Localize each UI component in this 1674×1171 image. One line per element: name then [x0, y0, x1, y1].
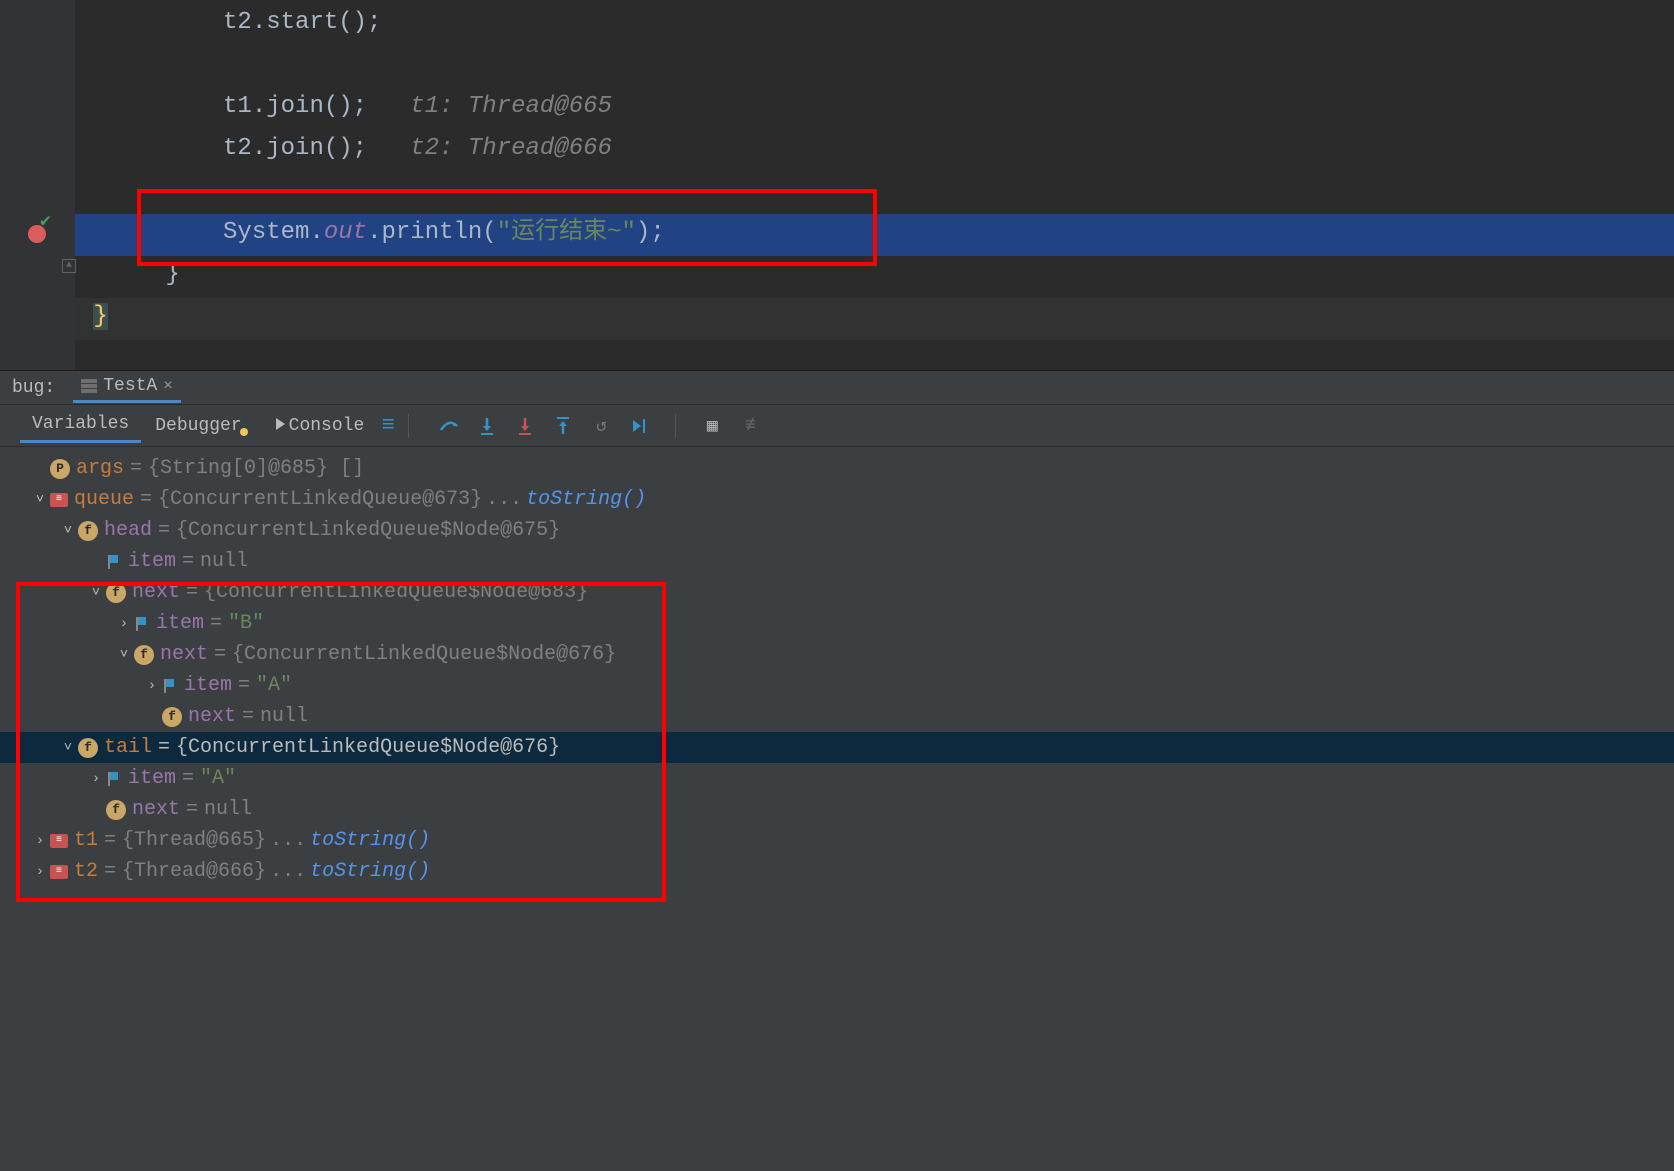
debug-tab[interactable]: TestA × [73, 372, 181, 403]
tab-console[interactable]: Console [264, 410, 377, 442]
expand-icon[interactable]: ˅ [30, 492, 50, 508]
close-icon[interactable]: × [163, 377, 173, 395]
flag-icon [162, 678, 178, 694]
object-icon: ≡ [50, 834, 68, 848]
settings-icon[interactable]: ≢ [740, 416, 760, 436]
code-line[interactable]: } [79, 296, 1674, 338]
line-number [0, 44, 67, 86]
line-number [0, 128, 67, 170]
evaluate-icon[interactable]: ▦ [702, 416, 722, 436]
gutter[interactable]: ✔ ▲ [0, 0, 75, 370]
var-row[interactable]: ˅ f next={ConcurrentLinkedQueue$Node@676… [0, 639, 1674, 670]
var-row-queue[interactable]: ˅ ≡ queue={ConcurrentLinkedQueue@673}...… [0, 484, 1674, 515]
field-icon: f [106, 583, 126, 603]
tostring-link[interactable]: toString() [526, 488, 646, 511]
code-line[interactable]: t2.start(); [79, 2, 1674, 44]
step-into-icon[interactable] [477, 416, 497, 436]
code-line[interactable]: } [79, 254, 1674, 296]
breakpoint-verified-icon: ✔ [40, 210, 51, 232]
drop-frame-icon[interactable]: ↺ [591, 416, 611, 436]
object-icon: ≡ [50, 865, 68, 879]
flag-icon [106, 554, 122, 570]
object-icon: ≡ [50, 493, 68, 507]
expand-icon[interactable]: › [114, 616, 134, 632]
var-row[interactable]: ˅ f next={ConcurrentLinkedQueue$Node@683… [0, 577, 1674, 608]
field-icon: f [134, 645, 154, 665]
var-row-head[interactable]: ˅ f head={ConcurrentLinkedQueue$Node@675… [0, 515, 1674, 546]
separator [675, 414, 676, 438]
layout-icon[interactable]: ≡ [378, 416, 398, 436]
expand-icon[interactable]: ˅ [114, 647, 134, 663]
expand-icon[interactable]: › [30, 864, 50, 880]
var-row-t2[interactable]: › ≡ t2={Thread@666}...toString() [0, 856, 1674, 887]
line-number [0, 170, 67, 212]
expand-icon[interactable]: ˅ [58, 523, 78, 539]
expand-icon[interactable]: ˅ [58, 740, 78, 756]
code-line[interactable]: t1.join(); t1: Thread@665 [79, 86, 1674, 128]
flag-icon [106, 771, 122, 787]
field-icon: f [78, 521, 98, 541]
expand-icon[interactable]: › [30, 833, 50, 849]
code-editor[interactable]: ✔ ▲ t2.start(); t1.join(); t1: Thread@66… [0, 0, 1674, 370]
debug-tab-strip: bug: TestA × [0, 371, 1674, 405]
inline-hint: t2: Thread@666 [410, 135, 612, 162]
tab-title: TestA [103, 376, 157, 396]
run-to-cursor-icon[interactable] [629, 416, 649, 436]
parameter-icon: P [50, 459, 70, 479]
fold-icon[interactable]: ▲ [62, 259, 76, 273]
expand-icon[interactable]: › [142, 678, 162, 694]
code-line[interactable]: t2.join(); t2: Thread@666 [79, 128, 1674, 170]
field-icon: f [162, 707, 182, 727]
inline-hint: t1: Thread@665 [410, 93, 612, 120]
var-row[interactable]: f next=null [0, 701, 1674, 732]
var-row[interactable]: › item="B" [0, 608, 1674, 639]
code-line[interactable] [79, 44, 1674, 86]
tostring-link[interactable]: toString() [310, 860, 430, 883]
line-number [0, 2, 67, 44]
var-row-args[interactable]: P args={String[0]@685} [] [0, 453, 1674, 484]
expand-icon[interactable]: ˅ [86, 585, 106, 601]
var-row-tail[interactable]: ˅ f tail={ConcurrentLinkedQueue$Node@676… [0, 732, 1674, 763]
variables-tree[interactable]: P args={String[0]@685} [] ˅ ≡ queue={Con… [0, 447, 1674, 893]
force-step-into-icon[interactable] [515, 416, 535, 436]
separator [408, 414, 409, 438]
code-line[interactable] [79, 170, 1674, 212]
field-icon: f [106, 800, 126, 820]
tab-variables[interactable]: Variables [20, 408, 141, 443]
line-number [0, 86, 67, 128]
code-area[interactable]: t2.start(); t1.join(); t1: Thread@665 t2… [75, 0, 1674, 370]
flag-icon [134, 616, 150, 632]
debug-panel: bug: TestA × Variables Debugger Console … [0, 370, 1674, 1171]
tostring-link[interactable]: toString() [310, 829, 430, 852]
tab-debugger[interactable]: Debugger [143, 410, 261, 442]
play-icon [276, 418, 285, 430]
var-row[interactable]: item=null [0, 546, 1674, 577]
step-over-icon[interactable] [439, 416, 459, 436]
debug-label: bug: [4, 378, 63, 398]
field-icon: f [78, 738, 98, 758]
debugger-toolbar: Variables Debugger Console ≡ ↺ ▦ ≢ [0, 405, 1674, 447]
expand-icon[interactable]: › [86, 771, 106, 787]
step-out-icon[interactable] [553, 416, 573, 436]
var-row-t1[interactable]: › ≡ t1={Thread@665}...toString() [0, 825, 1674, 856]
var-row[interactable]: › item="A" [0, 763, 1674, 794]
code-line[interactable]: System.out.println("运行结束~"); [79, 212, 1674, 254]
var-row[interactable]: › item="A" [0, 670, 1674, 701]
run-config-icon [81, 379, 97, 393]
var-row[interactable]: f next=null [0, 794, 1674, 825]
notification-dot-icon [240, 428, 248, 436]
